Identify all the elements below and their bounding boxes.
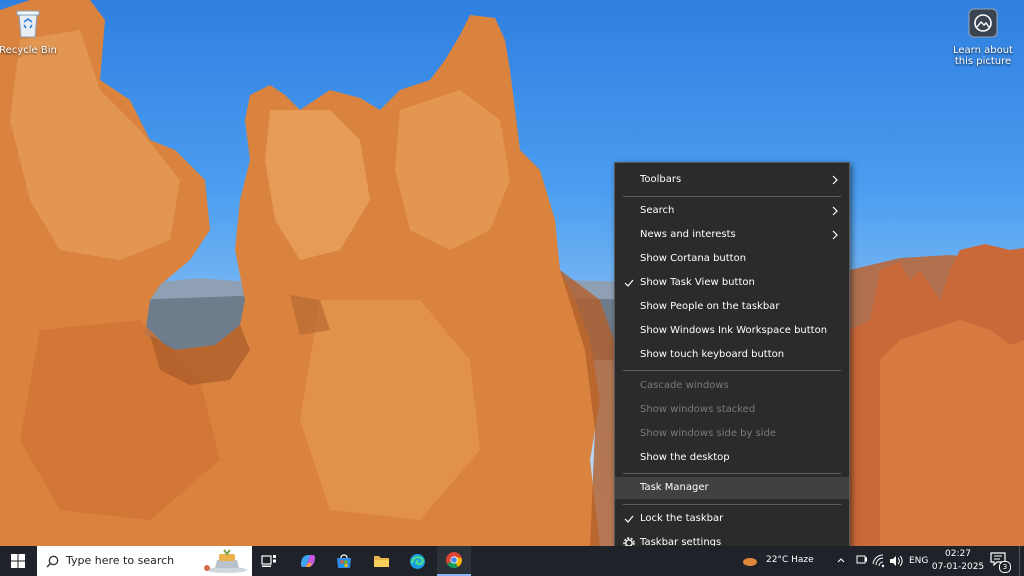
search-placeholder: Type here to search	[66, 554, 175, 567]
menu-item-label: Cascade windows	[640, 380, 729, 391]
chevron-right-icon	[829, 200, 841, 222]
clock[interactable]: 02:27 07-01-2025	[930, 546, 986, 576]
menu-item-label: Show Windows Ink Workspace button	[640, 325, 828, 336]
desktop-wallpaper	[0, 0, 1024, 546]
learn-about-picture-desktop-icon[interactable]: Learn about this picture	[948, 8, 1018, 67]
notification-count-badge: 3	[999, 561, 1011, 573]
recycle-bin-icon	[0, 8, 63, 41]
menu-item-show-cortana-button[interactable]: Show Cortana button	[615, 248, 849, 270]
learn-about-picture-icon	[948, 8, 1018, 41]
menu-item-show-the-desktop[interactable]: Show the desktop	[615, 447, 849, 469]
clock-date: 07-01-2025	[931, 562, 985, 572]
chrome-icon	[446, 552, 463, 568]
copilot-button[interactable]	[291, 546, 325, 576]
menu-item-label: Toolbars	[640, 174, 682, 185]
taskbar-search-box[interactable]: Type here to search	[37, 546, 252, 576]
action-center-button[interactable]: 3	[990, 552, 1012, 573]
language-indicator[interactable]: ENG	[909, 556, 928, 566]
menu-item-cascade-windows: Cascade windows	[615, 375, 849, 397]
start-button[interactable]	[1, 546, 35, 576]
recycle-bin-label: Recycle Bin	[0, 45, 57, 56]
menu-separator	[623, 370, 841, 371]
menu-item-label: Show windows stacked	[640, 404, 756, 415]
chevron-right-icon	[829, 224, 841, 246]
menu-item-lock-the-taskbar[interactable]: Lock the taskbar	[615, 508, 849, 530]
edge-button[interactable]	[400, 546, 434, 576]
volume-icon[interactable]	[889, 554, 903, 571]
learn-about-label-line1: Learn about	[953, 45, 1013, 56]
meet-now-icon[interactable]	[856, 554, 868, 571]
menu-item-label: Show the desktop	[640, 452, 730, 463]
file-explorer-icon	[373, 556, 389, 567]
microsoft-store-button[interactable]	[327, 546, 361, 576]
copilot-icon	[301, 555, 315, 567]
menu-separator	[623, 473, 841, 474]
microsoft-store-icon	[337, 554, 351, 568]
task-view-icon	[261, 555, 276, 567]
menu-item-label: Task Manager	[640, 482, 709, 493]
menu-item-label: Show Cortana button	[640, 253, 747, 264]
menu-item-label: Show windows side by side	[640, 428, 777, 439]
menu-item-toolbars[interactable]: Toolbars	[615, 169, 849, 191]
menu-item-search[interactable]: Search	[615, 200, 849, 222]
menu-item-show-task-view-button[interactable]: Show Task View button	[615, 272, 849, 294]
menu-item-show-ink-workspace[interactable]: Show Windows Ink Workspace button	[615, 320, 849, 342]
chevron-up-icon[interactable]	[836, 554, 846, 569]
menu-separator	[623, 504, 841, 505]
menu-item-show-touch-keyboard[interactable]: Show touch keyboard button	[615, 344, 849, 366]
menu-item-task-manager[interactable]: Task Manager	[615, 477, 849, 499]
learn-about-label-line2: this picture	[954, 56, 1012, 67]
chrome-button[interactable]	[437, 546, 471, 576]
menu-item-show-windows-stacked: Show windows stacked	[615, 399, 849, 421]
wifi-icon[interactable]	[872, 554, 886, 571]
menu-item-show-windows-side-by-side: Show windows side by side	[615, 423, 849, 445]
menu-item-label: Show People on the taskbar	[640, 301, 780, 312]
menu-item-label: News and interests	[640, 229, 736, 240]
weather-icon	[743, 558, 757, 566]
menu-item-news-and-interests[interactable]: News and interests	[615, 224, 849, 246]
task-view-button[interactable]	[252, 546, 286, 576]
menu-item-label: Show touch keyboard button	[640, 349, 785, 360]
weather-text[interactable]: 22°C Haze	[766, 555, 814, 565]
windows-logo-icon	[11, 554, 25, 568]
edge-icon	[409, 553, 425, 569]
menu-separator	[623, 196, 841, 197]
file-explorer-button[interactable]	[364, 546, 398, 576]
taskbar: Type here to search 22°C Haze ENG 02:27 …	[0, 546, 1024, 576]
menu-item-label: Lock the taskbar	[640, 513, 724, 524]
menu-item-show-people[interactable]: Show People on the taskbar	[615, 296, 849, 318]
search-icon	[46, 555, 59, 568]
clock-time: 02:27	[945, 549, 971, 559]
recycle-bin-desktop-icon[interactable]: Recycle Bin	[0, 8, 63, 56]
show-desktop-button[interactable]	[1019, 546, 1024, 576]
taskbar-context-menu: Toolbars Search News and interests Show …	[614, 162, 850, 564]
search-highlight-illustration-icon	[204, 549, 247, 573]
checkmark-icon	[623, 272, 635, 294]
menu-item-label: Search	[640, 205, 675, 216]
checkmark-icon	[623, 508, 635, 530]
chevron-right-icon	[829, 169, 841, 191]
menu-item-label: Show Task View button	[640, 277, 755, 288]
